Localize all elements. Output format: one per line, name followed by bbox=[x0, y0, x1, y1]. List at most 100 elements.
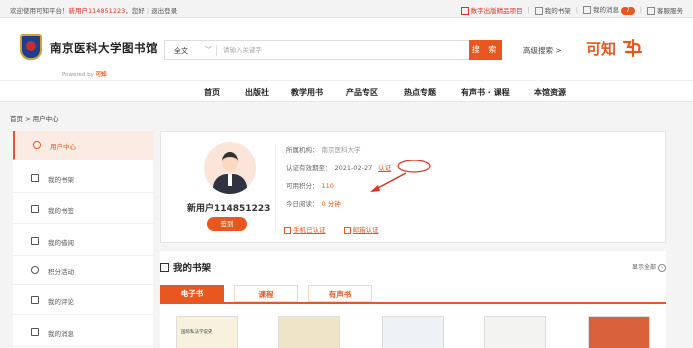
tab-underline bbox=[160, 302, 666, 304]
sidebar-item-user-center[interactable]: 用户中心 bbox=[13, 131, 153, 160]
divider: | bbox=[575, 5, 578, 14]
powered-brand: 可知 bbox=[95, 72, 107, 78]
tab-audiobooks[interactable]: 有声书 bbox=[308, 285, 372, 302]
bookmark-icon bbox=[31, 205, 39, 213]
digital-product-label: 数字出版精品项目 bbox=[470, 6, 523, 15]
breadcrumb[interactable]: 首页 > 用户中心 bbox=[10, 113, 59, 123]
sidebar-item-label: 我的借阅 bbox=[48, 239, 74, 247]
message-count-badge: 7 bbox=[620, 7, 635, 15]
sidebar-item-label: 积分活动 bbox=[48, 268, 74, 276]
book-icon bbox=[160, 263, 169, 272]
borrow-icon bbox=[31, 237, 39, 245]
today-read-label: 今日阅读： bbox=[286, 200, 319, 208]
tab-ebooks[interactable]: 电子书 bbox=[160, 285, 224, 302]
tab-courses[interactable]: 课程 bbox=[234, 285, 298, 302]
my-messages-link[interactable]: 我的消息 7 bbox=[582, 4, 635, 15]
book-title: 国际私法学说史 bbox=[181, 330, 213, 335]
today-read-value: 0 分钟 bbox=[321, 200, 341, 208]
sidebar-item-comments[interactable]: 我的评论 bbox=[13, 286, 153, 315]
powered-by-text: Powered by bbox=[62, 72, 94, 78]
nav-item-products[interactable]: 产品专区 bbox=[346, 87, 378, 98]
top-links: 数字出版精品项目 | 我的书架 | 我的消息 7 | 客服服务 bbox=[460, 4, 683, 15]
sidebar-item-points[interactable]: 积分活动 bbox=[13, 256, 153, 285]
book-cover[interactable]: 国际私法学说史 bbox=[176, 316, 238, 348]
phone-auth-link[interactable]: 手机已认证 bbox=[293, 226, 326, 234]
today-read-row: 今日阅读： 0 分钟 bbox=[286, 198, 341, 208]
divider: | bbox=[527, 5, 530, 14]
divider: | bbox=[146, 7, 150, 15]
profile-username: 新用户114851223 bbox=[187, 204, 271, 214]
nav-item-audio-courses[interactable]: 有声书 · 课程 bbox=[461, 87, 510, 98]
header: 南京医科大学图书馆 Powered by 可知 全文 ﹀ 搜 索 高级搜索 > … bbox=[0, 18, 693, 80]
sidebar-item-label: 我的评论 bbox=[48, 298, 74, 306]
top-bar: 欢迎使用可知平台！新用户114851223，您好 | 退出登录 数字出版精品项目… bbox=[0, 0, 693, 18]
nav-item-publisher[interactable]: 出版社 bbox=[245, 87, 269, 98]
my-books-label: 我的书架 bbox=[544, 6, 571, 15]
service-icon bbox=[647, 6, 655, 15]
phone-icon bbox=[284, 226, 291, 234]
book-icon bbox=[31, 174, 39, 182]
brand-glyph-icon bbox=[622, 38, 643, 58]
customer-service-link[interactable]: 客服服务 bbox=[647, 5, 683, 15]
search-button[interactable]: 搜 索 bbox=[469, 40, 502, 60]
sidebar-item-messages[interactable]: 我的消息 bbox=[13, 318, 153, 347]
book-cover[interactable] bbox=[588, 316, 650, 348]
user-icon bbox=[33, 141, 41, 149]
search-divider bbox=[216, 45, 217, 56]
hi-text: ，您好 bbox=[125, 7, 145, 15]
auth-expiry-label: 认证有效期至： bbox=[286, 164, 332, 172]
sidebar-item-bookshelf[interactable]: 我的书架 bbox=[13, 164, 153, 193]
bookshelf-title-text: 我的书架 bbox=[173, 263, 212, 274]
library-name[interactable]: 南京医科大学图书馆 bbox=[50, 40, 158, 56]
book-cover[interactable] bbox=[484, 316, 546, 348]
sidebar: 用户中心 我的书架 我的书签 我的借阅 积分活动 我的评论 我的消息 bbox=[13, 131, 153, 348]
chevron-down-icon[interactable]: ﹀ bbox=[205, 45, 212, 55]
welcome-text: 欢迎使用可知平台！ bbox=[10, 7, 69, 15]
book-cover[interactable] bbox=[278, 316, 340, 348]
nav-item-library-resources[interactable]: 本馆资源 bbox=[534, 87, 566, 98]
institution-value: 南京医科大学 bbox=[321, 146, 361, 154]
library-emblem-icon bbox=[20, 34, 42, 60]
callout-arrow-icon bbox=[370, 160, 431, 192]
sidebar-item-borrowing[interactable]: 我的借阅 bbox=[13, 227, 153, 256]
nav-item-topics[interactable]: 热点专题 bbox=[404, 87, 436, 98]
main-nav: 首页 出版社 教学用书 产品专区 热点专题 有声书 · 课程 本馆资源 bbox=[0, 80, 693, 102]
sidebar-item-label: 我的书架 bbox=[48, 176, 74, 184]
avatar[interactable] bbox=[204, 142, 256, 194]
search-input[interactable] bbox=[223, 43, 463, 57]
email-auth-link[interactable]: 邮箱认证 bbox=[353, 226, 379, 234]
points-value: 110 bbox=[321, 182, 334, 190]
bookshelf-section: 我的书架 显示全部 › 电子书 课程 有声书 国际私法学说史 bbox=[160, 251, 666, 348]
auth-links: 手机已认证 邮箱认证 bbox=[284, 224, 379, 234]
sidebar-item-label: 我的书签 bbox=[48, 207, 74, 215]
institution-row: 所属机构： 南京医科大学 bbox=[286, 144, 361, 154]
signin-button[interactable]: 签到 bbox=[207, 217, 247, 231]
show-all-link[interactable]: 显示全部 › bbox=[632, 262, 666, 272]
my-messages-label: 我的消息 bbox=[592, 6, 619, 14]
comment-icon bbox=[31, 296, 39, 304]
profile-card: 新用户114851223 签到 所属机构： 南京医科大学 认证有效期至： 2021-… bbox=[160, 131, 666, 243]
book-cover[interactable] bbox=[382, 316, 444, 348]
divider: | bbox=[639, 5, 642, 14]
username-link[interactable]: 新用户114851223 bbox=[69, 7, 126, 15]
customer-service-label: 客服服务 bbox=[657, 6, 683, 15]
nav-item-textbooks[interactable]: 教学用书 bbox=[291, 87, 323, 98]
avatar-head bbox=[222, 152, 238, 171]
logout-link[interactable]: 退出登录 bbox=[151, 7, 177, 15]
profile-divider bbox=[275, 144, 276, 230]
document-icon bbox=[460, 6, 469, 15]
avatar-shirt bbox=[228, 174, 232, 186]
book-icon bbox=[534, 6, 543, 15]
digital-product-link[interactable]: 数字出版精品项目 bbox=[460, 5, 523, 15]
message-icon bbox=[31, 328, 39, 336]
nav-item-home[interactable]: 首页 bbox=[204, 87, 220, 98]
advanced-search-link[interactable]: 高级搜索 > bbox=[523, 45, 562, 56]
points-row: 可用积分： 110 bbox=[286, 180, 334, 190]
powered-by: Powered by 可知 bbox=[62, 70, 107, 78]
welcome-line: 欢迎使用可知平台！新用户114851223，您好 | 退出登录 bbox=[10, 5, 177, 15]
institution-label: 所属机构： bbox=[286, 146, 319, 154]
search-scope-select[interactable]: 全文 bbox=[174, 46, 188, 56]
sidebar-item-label: 用户中心 bbox=[50, 143, 76, 151]
my-books-link[interactable]: 我的书架 bbox=[534, 5, 571, 15]
sidebar-item-bookmarks[interactable]: 我的书签 bbox=[13, 195, 153, 224]
